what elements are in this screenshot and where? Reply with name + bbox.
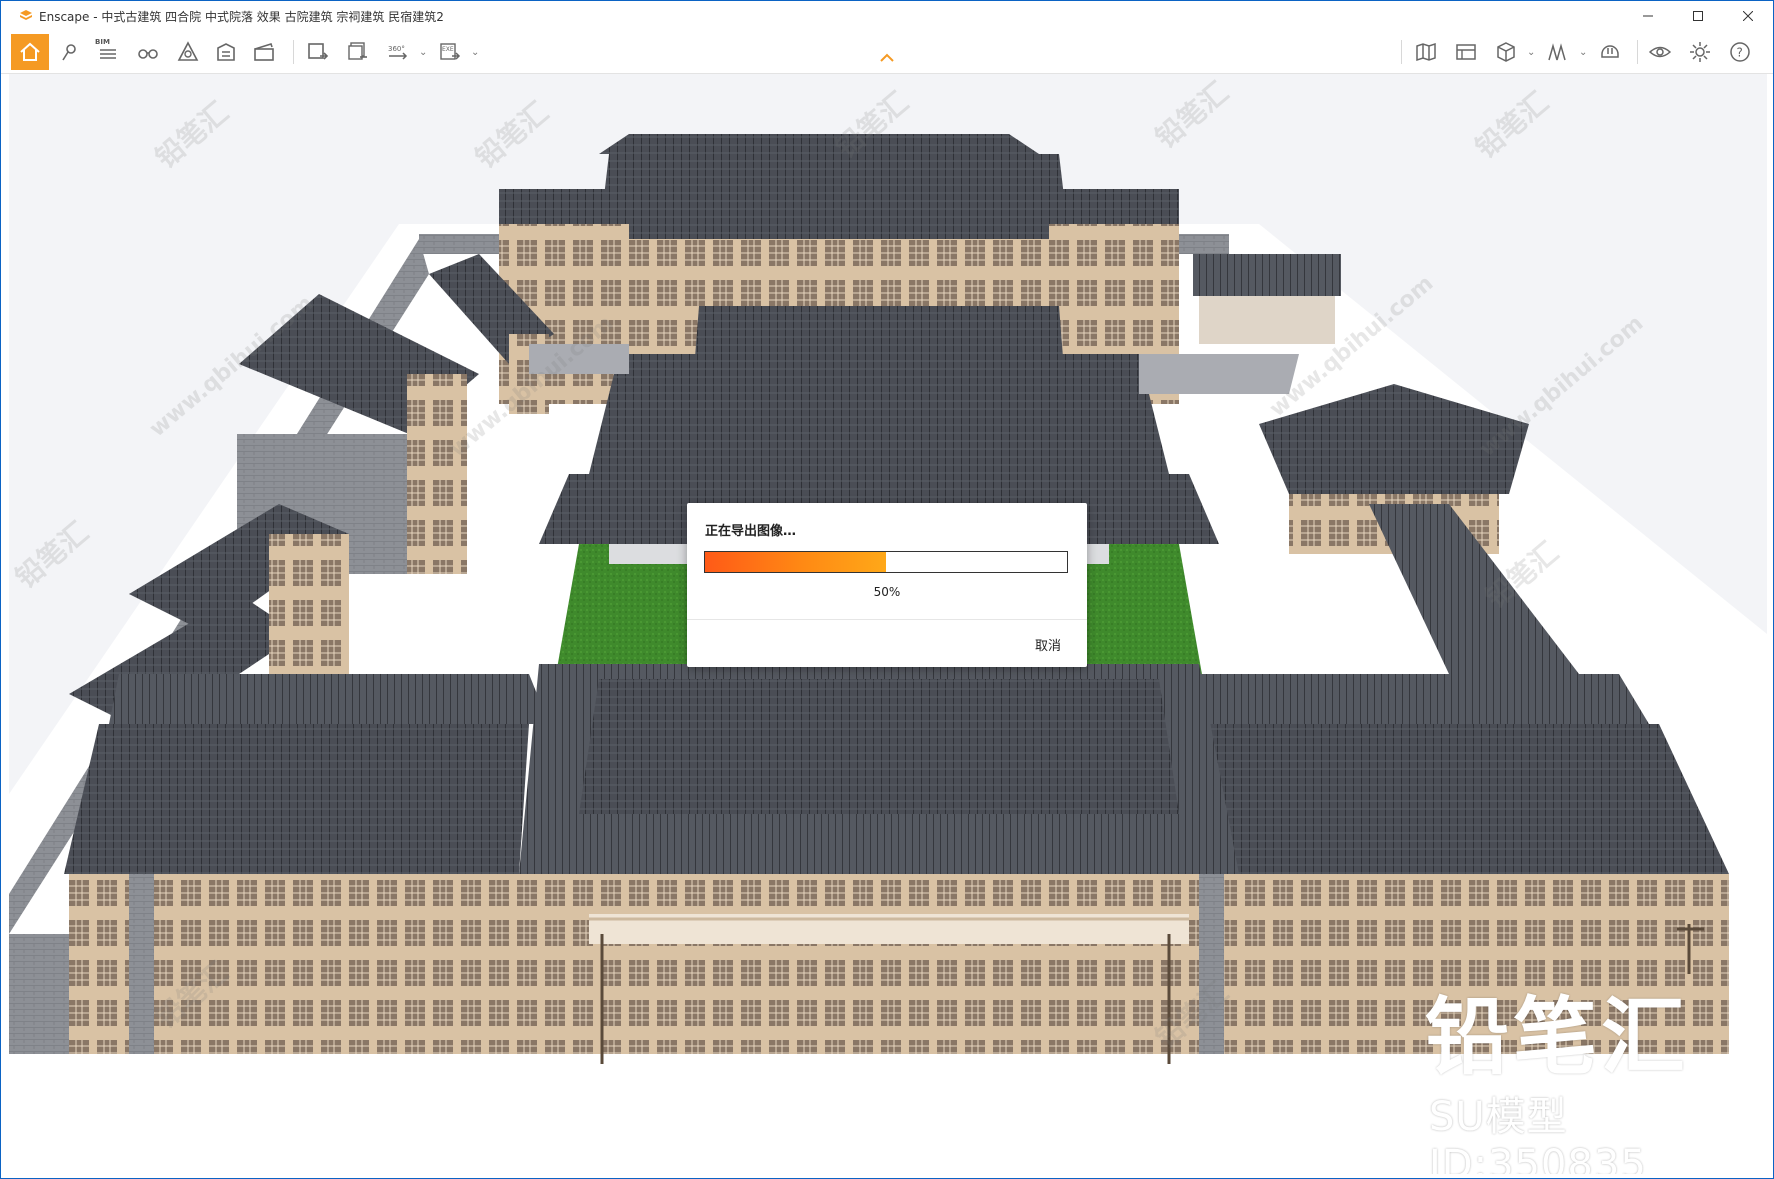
title-bar: Enscape - 中式古建筑 四合院 中式院落 效果 古院建筑 宗祠建筑 民宿… <box>1 1 1773 31</box>
minimize-button[interactable] <box>1623 1 1673 31</box>
export-progress-bar <box>704 551 1068 573</box>
sun-dropdown-caret[interactable]: ⌄ <box>1579 47 1587 58</box>
atmosphere-button[interactable] <box>171 36 205 68</box>
cube-icon <box>1497 42 1515 62</box>
helmet-button[interactable] <box>1593 36 1627 68</box>
help-icon: ? <box>1730 42 1750 62</box>
map-icon <box>1416 42 1436 62</box>
gear-icon <box>1690 42 1710 62</box>
help-button[interactable]: ? <box>1723 36 1757 68</box>
svg-text:EXE: EXE <box>442 46 454 53</box>
main-toolbar: BIM 360° ⌄ EXE ⌄ ⌄ ⌄ ? <box>1 31 1773 74</box>
progress-fill <box>705 552 886 572</box>
assets-icon <box>217 43 235 61</box>
clapper-icon <box>254 43 274 61</box>
views-icon <box>1456 44 1476 60</box>
maximize-icon <box>1693 11 1703 21</box>
svg-text:?: ? <box>1737 46 1743 60</box>
sun-icon <box>1548 43 1566 61</box>
binoculars-icon <box>138 49 158 59</box>
assets-button[interactable] <box>209 36 243 68</box>
screenshot-export-icon <box>308 43 329 60</box>
toolbar-separator <box>1401 40 1402 64</box>
binoculars-button[interactable] <box>131 36 165 68</box>
batch-export-button[interactable] <box>341 36 375 68</box>
maximize-button[interactable] <box>1673 1 1723 31</box>
toolbar-separator <box>1637 40 1638 64</box>
panorama-export-icon: 360° <box>388 45 408 60</box>
export-screenshot-button[interactable] <box>301 36 335 68</box>
enscape-logo-icon <box>20 10 32 20</box>
exe-dropdown-caret[interactable]: ⌄ <box>471 47 479 58</box>
exe-export-icon: EXE <box>440 43 461 60</box>
cube-button[interactable] <box>1489 36 1523 68</box>
atmosphere-icon <box>177 41 199 61</box>
window-title: Enscape - 中式古建筑 四合院 中式院落 效果 古院建筑 宗祠建筑 民宿… <box>39 9 444 24</box>
helmet-icon <box>1601 45 1619 58</box>
export-progress-dialog: 正在导出图像… 50% 取消 <box>687 503 1087 667</box>
home-icon <box>20 42 40 61</box>
home-button[interactable] <box>11 34 49 70</box>
video-editor-button[interactable] <box>247 36 281 68</box>
cube-dropdown-caret[interactable]: ⌄ <box>1527 47 1535 58</box>
sun-button[interactable] <box>1541 36 1575 68</box>
cancel-button[interactable]: 取消 <box>1029 633 1067 656</box>
svg-text:360°: 360° <box>388 45 405 53</box>
views-button[interactable] <box>1449 36 1483 68</box>
progress-percent: 50% <box>873 585 901 599</box>
map-button[interactable] <box>1409 36 1443 68</box>
visual-settings-button[interactable] <box>1643 36 1677 68</box>
collapse-chevron-up-icon[interactable] <box>879 53 895 63</box>
model-id-label: SU模型ID:350835 <box>1429 1094 1647 1174</box>
location-button[interactable] <box>53 36 87 68</box>
brand-watermark: 铅笔汇 <box>1425 988 1690 1086</box>
close-icon <box>1743 11 1753 21</box>
eye-icon <box>1648 46 1672 58</box>
location-pin-icon <box>62 44 76 61</box>
dialog-divider <box>687 619 1087 620</box>
window-controls <box>1623 1 1773 31</box>
bim-button[interactable]: BIM <box>91 36 125 68</box>
exe-export-button[interactable]: EXE <box>433 36 467 68</box>
panorama-export-button[interactable]: 360° <box>381 36 415 68</box>
bim-label: BIM <box>95 38 110 46</box>
panorama-dropdown-caret[interactable]: ⌄ <box>419 47 427 58</box>
close-button[interactable] <box>1723 1 1773 31</box>
settings-button[interactable] <box>1683 36 1717 68</box>
minimize-icon <box>1643 15 1653 17</box>
batch-export-icon <box>348 42 367 60</box>
enscape-window: Enscape - 中式古建筑 四合院 中式院落 效果 古院建筑 宗祠建筑 民宿… <box>0 0 1774 1179</box>
toolbar-separator <box>293 40 294 64</box>
dialog-title: 正在导出图像… <box>705 524 797 539</box>
